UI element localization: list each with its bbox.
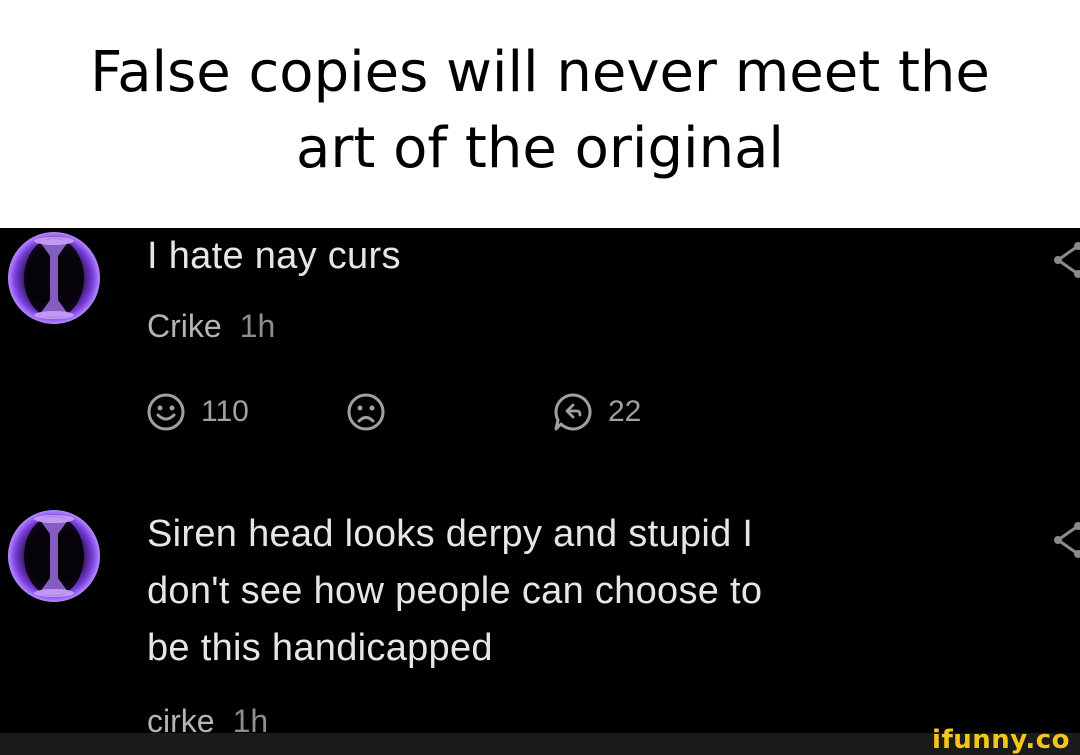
caption-line-1: False copies will never meet the — [90, 40, 990, 105]
like-count: 110 — [201, 395, 249, 428]
smile-face-icon — [147, 393, 185, 431]
comment-text-line: be this handicapped — [147, 627, 493, 669]
share-button[interactable] — [1050, 518, 1080, 562]
comment-author[interactable]: Crike — [147, 308, 222, 344]
comment-actions: 110 22 — [145, 391, 705, 435]
frown-face-icon — [347, 393, 385, 431]
reply-button[interactable]: 22 — [552, 391, 641, 433]
reply-count: 22 — [608, 395, 642, 428]
comment-avatar[interactable] — [2, 228, 106, 330]
meme-caption: False copies will never meet the art of … — [0, 0, 1080, 228]
comment-time: 1h — [239, 308, 276, 344]
caption-text: False copies will never meet the art of … — [40, 35, 1040, 187]
share-icon — [1054, 522, 1080, 558]
like-button[interactable]: 110 — [145, 391, 249, 433]
share-button[interactable] — [1050, 238, 1080, 282]
comment-meta: Crike 1h — [147, 308, 275, 345]
comment-avatar[interactable] — [2, 504, 106, 608]
footer-bar — [0, 733, 1080, 755]
comment-text-line: Siren head looks derpy and stupid I — [147, 513, 754, 555]
reply-icon — [554, 393, 592, 431]
purple-portal-avatar-icon — [8, 510, 100, 602]
purple-portal-avatar-icon — [8, 232, 100, 324]
dislike-button[interactable] — [345, 391, 387, 433]
comments-screenshot: I hate nay curs Crike 1h 110 22 Siren he… — [0, 228, 1080, 755]
caption-line-2: art of the original — [296, 116, 784, 181]
share-icon — [1054, 242, 1080, 278]
comment-text: Siren head looks derpy and stupid I don'… — [147, 506, 762, 677]
comment-text-line: don't see how people can choose to — [147, 570, 763, 612]
ifunny-watermark: ifunny.co — [932, 725, 1070, 755]
comment-text: I hate nay curs — [147, 235, 401, 277]
